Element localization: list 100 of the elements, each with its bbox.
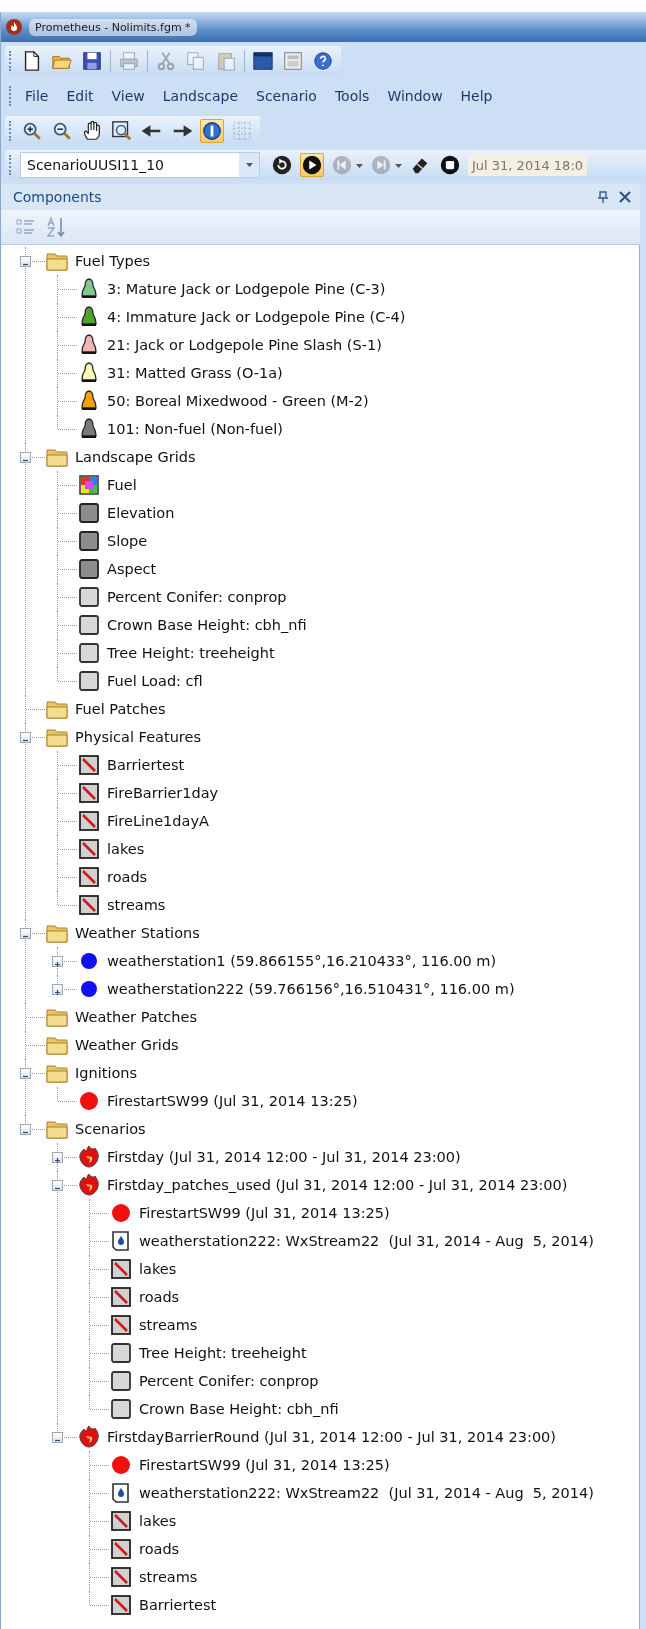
tree-item[interactable]: FirestartSW99 (Jul 31, 2014 13:25): [139, 1457, 390, 1473]
tree-item[interactable]: Tree Height: treeheight: [139, 1345, 307, 1361]
window-button[interactable]: [251, 49, 275, 73]
tree-item[interactable]: weatherstation222: WxStream22 (Jul 31, 2014 - Aug 5, 2014): [139, 1485, 594, 1501]
collapse-icon[interactable]: [20, 1067, 31, 1079]
collapse-icon[interactable]: [20, 1123, 31, 1135]
grid-icon: [77, 557, 101, 581]
menu-item[interactable]: Help: [453, 84, 500, 108]
tree-item[interactable]: 21: Jack or Lodgepole Pine Slash (S-1): [107, 337, 382, 353]
time-field[interactable]: Jul 31, 2014 18:0: [468, 154, 588, 176]
calculator-icon: [282, 49, 304, 73]
tree-item[interactable]: Barriertest: [107, 757, 185, 773]
tree-item[interactable]: weatherstation1 (59.866155°,16.210433°, 116.00 m): [107, 953, 497, 969]
plus-icon: [53, 1155, 62, 1165]
collapse-icon[interactable]: [52, 1431, 63, 1443]
tree-item[interactable]: 31: Matted Grass (O-1a): [107, 365, 283, 381]
expand-icon[interactable]: [52, 983, 63, 995]
sort-ascending-icon[interactable]: [45, 216, 67, 238]
barrier-icon: [77, 809, 101, 833]
tree-item[interactable]: Scenarios: [75, 1121, 146, 1137]
stop-button[interactable]: [438, 153, 462, 177]
collapse-icon[interactable]: [20, 451, 31, 463]
play-button[interactable]: [300, 153, 324, 177]
tree-item[interactable]: Crown Base Height: cbh_nfi: [139, 1401, 339, 1417]
tree-item[interactable]: roads: [107, 869, 148, 885]
tree-item[interactable]: FirstdayBarrierRound (Jul 31, 2014 12:00 - Jul 31, 2014 23:00): [107, 1429, 556, 1445]
play-icon: [301, 153, 323, 177]
menu-item[interactable]: View: [104, 84, 152, 108]
grid-icon: [231, 119, 253, 143]
tree-item[interactable]: Firstday (Jul 31, 2014 12:00 - Jul 31, 2014 23:00): [107, 1149, 461, 1165]
step-back-icon: [331, 153, 353, 177]
window-icon: [252, 49, 274, 73]
tree-item[interactable]: Barriertest: [139, 1597, 217, 1613]
menu-item[interactable]: Scenario: [249, 84, 324, 108]
info-icon: [201, 119, 223, 143]
reset-button[interactable]: [270, 153, 294, 177]
tree-item[interactable]: streams: [107, 897, 166, 913]
tree-item[interactable]: Fuel Types: [75, 253, 151, 269]
tree-item[interactable]: Slope: [107, 533, 148, 549]
tree-item[interactable]: FireBarrier1day: [107, 785, 219, 801]
tree-item[interactable]: lakes: [139, 1261, 177, 1277]
calculator-button[interactable]: [281, 49, 305, 73]
tree-item[interactable]: Fuel: [107, 477, 137, 493]
menu-item[interactable]: Tools: [327, 84, 377, 108]
barrier-icon: [77, 781, 101, 805]
tree-item[interactable]: Elevation: [107, 505, 175, 521]
tree-item[interactable]: Landscape Grids: [75, 449, 196, 465]
tree-item[interactable]: roads: [139, 1541, 180, 1557]
grid-icon: [77, 613, 101, 637]
close-icon[interactable]: [618, 190, 632, 204]
collapse-icon[interactable]: [20, 255, 31, 267]
tree-item[interactable]: FireLine1dayA: [107, 813, 209, 829]
tree-item[interactable]: streams: [139, 1569, 198, 1585]
barrier-icon: [109, 1509, 133, 1533]
expand-icon[interactable]: [52, 955, 63, 967]
menu-item[interactable]: Window: [380, 84, 450, 108]
tree-item[interactable]: Weather Stations: [75, 925, 200, 941]
tree-item[interactable]: weatherstation222: WxStream22 (Jul 31, 2014 - Aug 5, 2014): [139, 1233, 594, 1249]
tree-item[interactable]: FirestartSW99 (Jul 31, 2014 13:25): [107, 1093, 358, 1109]
tree-item[interactable]: 4: Immature Jack or Lodgepole Pine (C-4): [107, 309, 406, 325]
plus-icon: [53, 987, 62, 997]
tree-item[interactable]: Aspect: [107, 561, 157, 577]
tree-item[interactable]: Fuel Patches: [75, 701, 166, 717]
tree-item[interactable]: 50: Boreal Mixedwood - Green (M-2): [107, 393, 369, 409]
tree-item[interactable]: streams: [139, 1317, 198, 1333]
help-button[interactable]: [311, 49, 335, 73]
tree-item[interactable]: Firstday_patches_used (Jul 31, 2014 12:00 - Jul 31, 2014 23:00): [107, 1177, 568, 1193]
tree-item[interactable]: Weather Patches: [75, 1009, 197, 1025]
collapse-icon[interactable]: [20, 927, 31, 939]
tree-item[interactable]: 3: Mature Jack or Lodgepole Pine (C-3): [107, 281, 386, 297]
zoom-extent-button[interactable]: [110, 119, 134, 143]
barrier-icon: [109, 1537, 133, 1561]
menu-item[interactable]: File: [18, 84, 56, 108]
pin-icon[interactable]: [596, 190, 610, 204]
tree-item[interactable]: 101: Non-fuel (Non-fuel): [107, 421, 283, 437]
tree-item[interactable]: Weather Grids: [75, 1037, 179, 1053]
tree-item[interactable]: Physical Features: [75, 729, 201, 745]
tree-item[interactable]: Percent Conifer: conprop: [107, 589, 287, 605]
collapse-icon[interactable]: [52, 1179, 63, 1191]
grid-icon: [77, 669, 101, 693]
menu-item[interactable]: Landscape: [155, 84, 245, 108]
tree-item[interactable]: lakes: [139, 1513, 177, 1529]
tree-item[interactable]: roads: [139, 1289, 180, 1305]
tree-item[interactable]: Fuel Load: cfl: [107, 673, 203, 689]
menu-item[interactable]: Edit: [59, 84, 101, 108]
tree-item[interactable]: lakes: [107, 841, 145, 857]
tree-item[interactable]: Percent Conifer: conprop: [139, 1373, 319, 1389]
expand-icon[interactable]: [52, 1151, 63, 1163]
scenario-dropdown[interactable]: ScenarioUUSI11_10: [20, 152, 260, 178]
collapse-icon[interactable]: [20, 731, 31, 743]
flame-icon: [77, 1173, 101, 1197]
save-button[interactable]: [80, 49, 104, 73]
tree-item[interactable]: Tree Height: treeheight: [107, 645, 275, 661]
info-button[interactable]: [200, 119, 224, 143]
barrier-icon: [77, 893, 101, 917]
tree-item[interactable]: Crown Base Height: cbh_nfi: [107, 617, 307, 633]
tree-item[interactable]: weatherstation222 (59.766156°,16.510431°, 116.00 m): [107, 981, 515, 997]
tree-item[interactable]: FirestartSW99 (Jul 31, 2014 13:25): [139, 1205, 390, 1221]
tree-item[interactable]: Ignitions: [75, 1065, 138, 1081]
grid-icon: [109, 1341, 133, 1365]
